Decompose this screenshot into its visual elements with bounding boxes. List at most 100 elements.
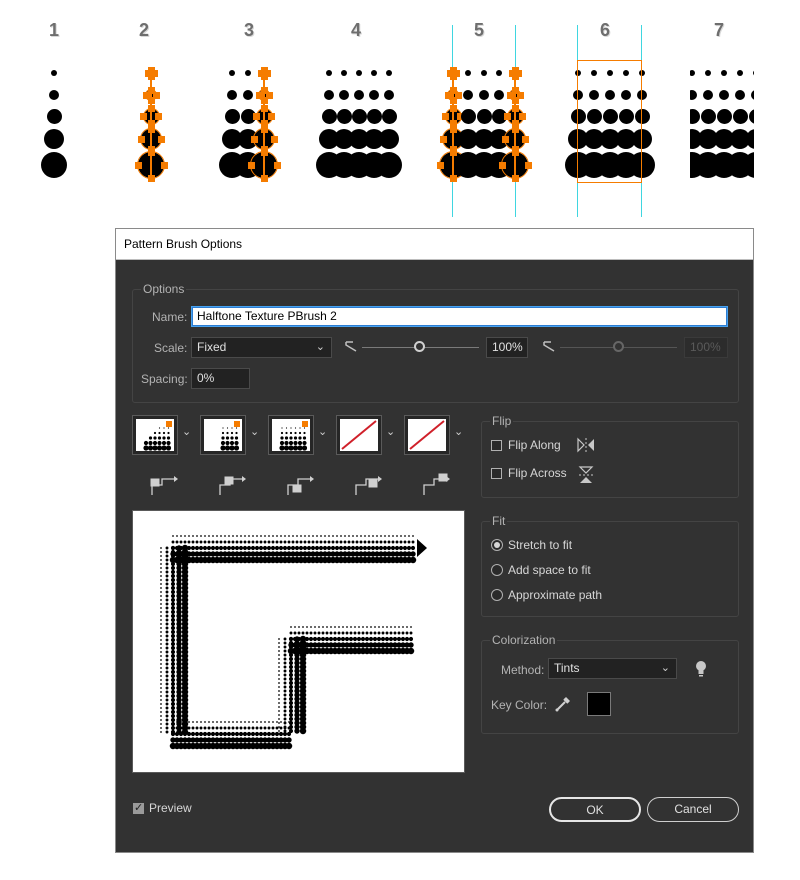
anchor-point <box>140 112 147 120</box>
method-select[interactable]: Tints ⌄ <box>548 658 677 679</box>
tile-swatch-5[interactable] <box>404 415 450 455</box>
pattern-brush-options-dialog: Pattern Brush Options Options Name: Half… <box>115 228 754 853</box>
anchor-point <box>436 161 444 169</box>
halftone-dot <box>481 70 487 76</box>
flip-across-checkbox[interactable] <box>491 468 502 479</box>
halftone-dot <box>379 129 399 149</box>
halftone-dot <box>700 108 716 124</box>
chevron-down-icon[interactable]: ⌄ <box>386 425 395 438</box>
tile-swatch-preview <box>340 419 378 451</box>
anchor-point <box>501 135 509 143</box>
halftone-dot <box>354 90 364 100</box>
halftone-dot <box>44 129 64 149</box>
spacing-input[interactable]: 0% <box>191 368 250 389</box>
halftone-dot <box>690 108 700 124</box>
name-input[interactable]: Halftone Texture PBrush 2 <box>191 306 728 327</box>
halftone-dot <box>369 90 379 100</box>
anchor-point <box>444 91 452 99</box>
anchor-point <box>521 135 529 143</box>
scale-label: Scale: <box>154 341 188 355</box>
key-color-label: Key Color: <box>491 698 548 712</box>
step-number-1: 1 <box>48 20 60 40</box>
anchor-point <box>137 135 145 143</box>
anchor-point <box>524 161 532 169</box>
halftone-dot <box>748 108 754 124</box>
tile-swatch-3[interactable] <box>268 415 314 455</box>
pressure-pen-icon <box>543 341 555 352</box>
step-number-4: 4 <box>350 20 362 40</box>
start-tile-icon <box>355 476 382 495</box>
halftone-pattern-tile <box>690 62 754 187</box>
halftone-dot <box>690 90 697 100</box>
options-group-label: Options <box>141 282 187 296</box>
chevron-down-icon[interactable]: ⌄ <box>454 425 463 438</box>
step-number-5: 5 <box>473 20 485 40</box>
approximate-path-radio[interactable] <box>491 589 503 601</box>
halftone-dot <box>735 90 745 100</box>
tile-swatch-preview <box>204 419 242 451</box>
scale-select[interactable]: Fixed ⌄ <box>191 337 332 358</box>
halftone-dot <box>721 70 727 76</box>
name-label: Name: <box>152 310 188 324</box>
flip-along-checkbox[interactable] <box>491 440 502 451</box>
chevron-down-icon[interactable]: ⌄ <box>318 425 327 438</box>
flip-group <box>481 421 739 498</box>
ok-button[interactable]: OK <box>549 797 641 822</box>
side-tile-icon <box>150 476 178 495</box>
eyedropper-icon[interactable] <box>554 695 572 713</box>
halftone-dot <box>386 70 392 76</box>
tile-swatch-2[interactable] <box>200 415 246 455</box>
anchor-point <box>519 112 526 120</box>
tile-bounding-box <box>577 60 642 183</box>
selection-path <box>150 73 152 178</box>
halftone-dot <box>351 108 367 124</box>
anchor-point <box>504 112 511 120</box>
anchor-point <box>247 161 255 169</box>
chevron-down-icon[interactable]: ⌄ <box>250 425 259 438</box>
brush-stroke-preview <box>160 535 427 750</box>
tile-swatch-preview <box>136 419 174 451</box>
key-color-swatch[interactable] <box>587 692 611 716</box>
tips-lightbulb-icon[interactable] <box>694 660 708 678</box>
no-tile-icon <box>341 420 377 450</box>
tile-swatch-preview <box>272 419 310 451</box>
cancel-button[interactable]: Cancel <box>647 797 739 822</box>
anchor-point <box>250 135 258 143</box>
halftone-dot <box>705 70 711 76</box>
preview-checkbox[interactable] <box>133 801 144 814</box>
halftone-dot <box>737 70 743 76</box>
stretch-to-fit-label: Stretch to fit <box>508 538 573 552</box>
halftone-dot <box>716 108 732 124</box>
end-tile-icon <box>423 473 450 495</box>
anchor-point <box>268 112 275 120</box>
halftone-dot <box>245 70 251 76</box>
selection-path <box>514 73 516 178</box>
tile-swatch-4[interactable] <box>336 415 382 455</box>
anchor-point <box>253 112 260 120</box>
approximate-path-label: Approximate path <box>508 588 603 602</box>
halftone-dot <box>49 90 59 100</box>
anchor-point <box>265 91 273 99</box>
anchor-point <box>273 161 281 169</box>
add-space-to-fit-radio[interactable] <box>491 564 503 576</box>
preview-label: Preview <box>149 801 192 815</box>
halftone-dot <box>494 90 504 100</box>
halftone-dot <box>746 129 754 149</box>
colorization-group-label: Colorization <box>490 633 558 647</box>
step-number-2: 2 <box>138 20 150 40</box>
chevron-down-icon[interactable]: ⌄ <box>182 425 191 438</box>
anchor-point <box>157 135 165 143</box>
scale-percent-input[interactable]: 100% <box>486 337 528 358</box>
scale-slider-thumb[interactable] <box>414 341 425 352</box>
halftone-dot <box>51 70 57 76</box>
halftone-dot <box>326 70 332 76</box>
step-number-3: 3 <box>243 20 255 40</box>
selection-path <box>452 73 454 178</box>
halftone-dot <box>324 90 334 100</box>
tile-swatch-1[interactable] <box>132 415 178 455</box>
stretch-to-fit-radio[interactable] <box>491 539 503 551</box>
halftone-dot <box>690 70 695 76</box>
colorization-group <box>481 640 739 734</box>
halftone-tile-icon <box>279 421 308 451</box>
halftone-dot <box>321 108 337 124</box>
